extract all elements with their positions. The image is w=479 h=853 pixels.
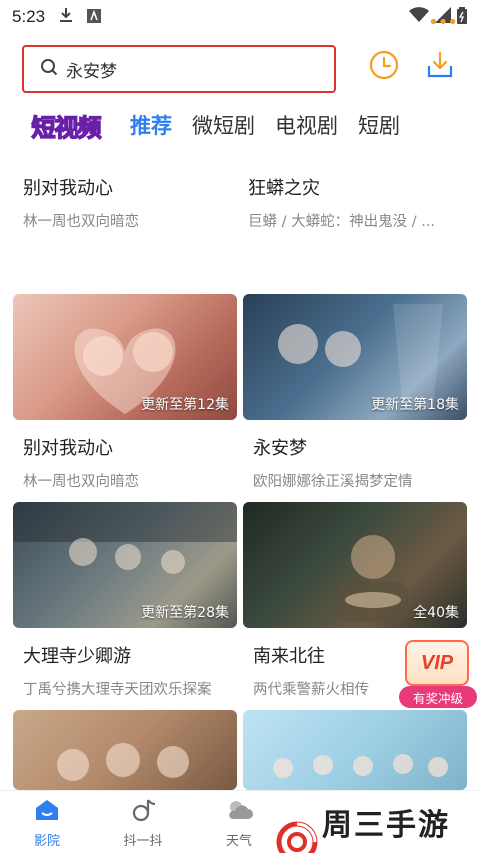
status-time: 5:23 — [12, 7, 46, 26]
drama-poster[interactable]: 更新至第12集 — [13, 294, 237, 420]
episode-badge: 更新至第28集 — [141, 605, 229, 621]
item-title: 南来北往 — [253, 646, 325, 667]
vip-promo[interactable]: VIP 有奖冲级 — [399, 640, 479, 710]
item-subtitle: 林一周也双向暗恋 — [23, 214, 139, 230]
nav-label: 抖一抖 — [123, 834, 163, 849]
nav-cinema[interactable]: 影院 — [12, 797, 82, 849]
download-icon — [425, 50, 455, 84]
douyin-icon — [130, 797, 156, 827]
list-item[interactable]: 别对我动心 林一周也双向暗恋 — [23, 434, 139, 491]
drama-poster[interactable]: 更新至第18集 — [243, 294, 467, 420]
drama-poster[interactable] — [243, 710, 467, 790]
wifi-icon — [409, 7, 429, 27]
nav-douyin[interactable]: 抖一抖 — [108, 797, 178, 849]
item-subtitle: 巨蟒 / 大蟒蛇：神出鬼没 / ... — [248, 214, 436, 230]
battery-icon — [457, 6, 467, 28]
download-status-icon — [59, 7, 73, 27]
watermark: 周三手游网 — [276, 800, 479, 853]
clock-icon — [369, 50, 399, 84]
list-item[interactable]: 大理寺少卿游 丁禹兮携大理寺天团欢乐探案 — [23, 642, 212, 699]
list-item[interactable]: 永安梦 欧阳娜娜徐正溪揭梦定情 — [253, 434, 413, 491]
list-item[interactable]: 别对我动心 林一周也双向暗恋 — [23, 174, 139, 231]
episode-badge: 更新至第18集 — [371, 397, 459, 413]
item-title: 别对我动心 — [23, 178, 113, 199]
list-item[interactable]: 南来北往 两代乘警薪火相传 — [253, 642, 369, 699]
episode-badge: 更新至第12集 — [141, 397, 229, 413]
item-subtitle: 林一周也双向暗恋 — [23, 474, 139, 490]
tab-recommend[interactable]: 推荐 — [120, 110, 182, 140]
search-icon — [40, 58, 58, 80]
category-tabs: 短视频 推荐 微短剧 电视剧 短剧 — [0, 100, 479, 150]
short-video-logo[interactable]: 短视频 — [12, 107, 120, 143]
drama-poster[interactable] — [13, 710, 237, 790]
vip-label: 有奖冲级 — [399, 686, 477, 708]
history-button[interactable] — [367, 50, 401, 84]
item-title: 永安梦 — [253, 438, 307, 459]
drama-poster[interactable]: 更新至第28集 — [13, 502, 237, 628]
watermark-text: 周三手游网 — [322, 808, 450, 853]
episode-badge: 全40集 — [413, 605, 459, 621]
tab-tv-series[interactable]: 电视剧 — [265, 110, 348, 140]
item-title: 别对我动心 — [23, 438, 113, 459]
item-subtitle: 欧阳娜娜徐正溪揭梦定情 — [253, 474, 413, 490]
search-input[interactable]: 永安梦 — [22, 45, 336, 93]
item-subtitle: 丁禹兮携大理寺天团欢乐探案 — [23, 682, 212, 698]
watermark-logo-icon — [276, 821, 318, 853]
weather-icon — [224, 797, 254, 827]
item-title: 狂蟒之灾 — [248, 178, 320, 199]
item-title: 大理寺少卿游 — [23, 646, 131, 667]
download-button[interactable] — [423, 50, 457, 84]
nav-label: 天气 — [225, 834, 252, 849]
nav-label: 影院 — [33, 834, 60, 849]
search-query: 永安梦 — [66, 61, 117, 82]
nav-weather[interactable]: 天气 — [204, 797, 274, 849]
home-icon — [33, 797, 61, 827]
list-item[interactable]: 狂蟒之灾 巨蟒 / 大蟒蛇：神出鬼没 / ... — [248, 174, 435, 231]
vip-badge: VIP — [405, 640, 469, 686]
tab-micro-drama[interactable]: 微短剧 — [182, 110, 265, 140]
drama-poster[interactable]: 全40集 — [243, 502, 467, 628]
status-bar: 5:23 — [0, 0, 479, 34]
app-status-icon — [87, 8, 102, 27]
tab-short-drama[interactable]: 短剧 — [348, 110, 410, 140]
more-icon[interactable]: ••• — [428, 12, 458, 33]
item-subtitle: 两代乘警薪火相传 — [253, 682, 369, 698]
